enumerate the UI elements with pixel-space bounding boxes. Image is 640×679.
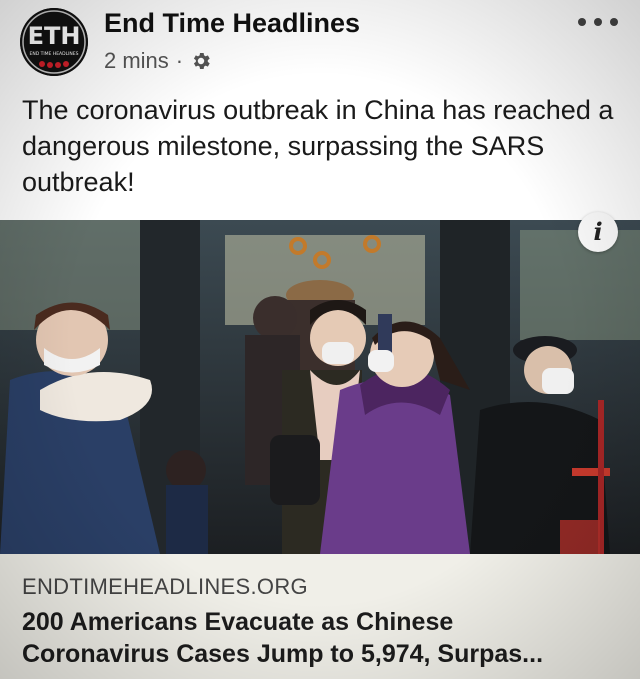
avatar-logo: ETH END TIME HEADLINES [20, 8, 88, 76]
link-domain: ENDTIMEHEADLINES.ORG [22, 574, 308, 599]
gear-icon[interactable] [190, 50, 212, 72]
link-title[interactable]: 200 Americans Evacuate as Chinese Corona… [22, 606, 622, 670]
info-icon[interactable]: i [578, 212, 618, 252]
post-meta: 2 mins · [104, 48, 212, 74]
link-title-line-2: Coronavirus Cases Jump to 5,974, Surpas.… [22, 640, 544, 668]
post-header: ETH END TIME HEADLINES End Time Headline… [0, 0, 640, 88]
avatar-logo-text: ETH [28, 22, 81, 50]
post-timestamp[interactable]: 2 mins [104, 48, 169, 74]
link-title-line-1: 200 Americans Evacuate as Chinese [22, 608, 454, 636]
page-name-link[interactable]: End Time Headlines [104, 8, 360, 39]
link-preview-footer[interactable]: ENDTIMEHEADLINES.ORG 200 Americans Evacu… [0, 554, 640, 679]
avatar-logo-subtext: END TIME HEADLINES [29, 51, 78, 57]
post-caption: The coronavirus outbreak in China has re… [22, 95, 614, 197]
page-avatar[interactable]: ETH END TIME HEADLINES [20, 8, 88, 76]
more-options-icon[interactable] [578, 10, 618, 34]
meta-separator: · [175, 48, 184, 73]
link-preview-image[interactable] [0, 220, 640, 554]
